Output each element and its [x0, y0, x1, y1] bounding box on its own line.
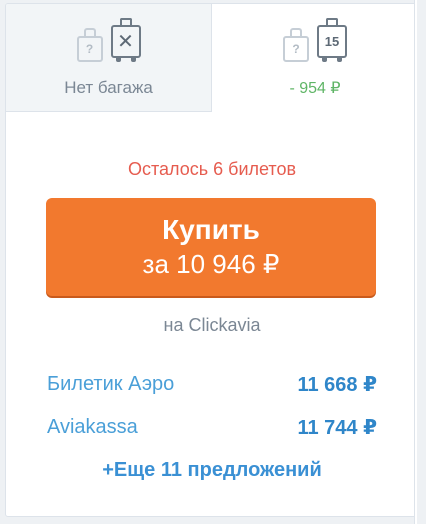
- card-divider: [414, 0, 417, 524]
- buy-button[interactable]: Купить за 10 946 ₽: [46, 198, 376, 296]
- agency-link[interactable]: Aviakassa: [47, 416, 138, 439]
- suitcase-crossed-icon: ✕: [110, 18, 141, 62]
- buy-button-label: Купить: [162, 214, 260, 245]
- tickets-left-notice: Осталось 6 билетов: [127, 159, 297, 179]
- ticket-offer-card: ? ✕ Нет багажа ? 15 - 954 ₽ Осталось 6 б…: [5, 3, 417, 517]
- buy-button-price: за 10 946 ₽: [142, 249, 280, 279]
- tab-baggage-15kg[interactable]: ? 15 - 954 ₽: [212, 4, 416, 112]
- alternative-offer-row[interactable]: Билетик Аэро 11 668 ₽: [47, 371, 377, 397]
- hand-bag-icon: ?: [283, 28, 309, 62]
- agency-price[interactable]: 11 668 ₽: [297, 372, 377, 397]
- suitcase-15kg-icon: 15: [317, 18, 347, 62]
- tab-icons: ? ✕: [76, 16, 141, 62]
- seller-name: на Clickavia: [163, 315, 261, 335]
- hand-bag-icon: ?: [76, 28, 103, 62]
- tab-no-baggage[interactable]: ? ✕ Нет багажа: [6, 4, 212, 112]
- tab-label: Нет багажа: [64, 78, 153, 97]
- more-offers-link[interactable]: +Еще 11 предложений: [6, 459, 416, 482]
- agency-price[interactable]: 11 744 ₽: [297, 415, 377, 440]
- agency-link[interactable]: Билетик Аэро: [47, 373, 174, 396]
- price-difference: - 954 ₽: [289, 80, 341, 97]
- tab-icons: ? 15: [283, 16, 347, 62]
- alternative-offer-row[interactable]: Aviakassa 11 744 ₽: [47, 414, 377, 440]
